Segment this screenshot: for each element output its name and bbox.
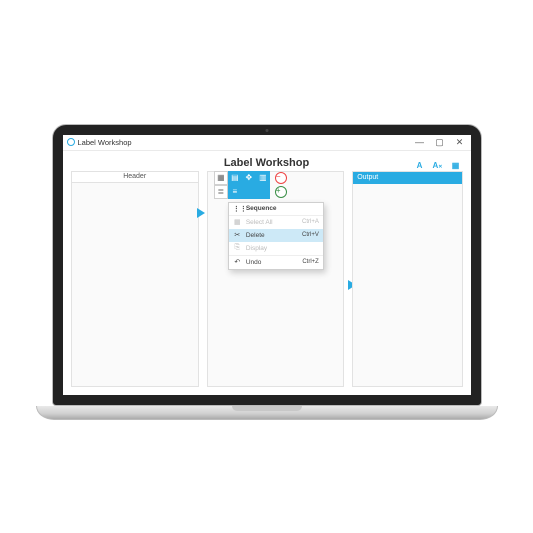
- menu-item-display[interactable]: ⎘ Display: [229, 242, 323, 255]
- left-panel: Header: [71, 171, 199, 387]
- laptop-base: [36, 406, 498, 420]
- tool-list-button[interactable]: ≣: [214, 185, 228, 199]
- tool-grid-button[interactable]: ▦: [214, 171, 228, 185]
- menu-item-label: Undo: [246, 259, 299, 266]
- clear-format-button[interactable]: A✕: [431, 160, 445, 171]
- plus-circle-icon: +: [275, 186, 287, 198]
- font-button[interactable]: A: [413, 160, 427, 171]
- maximize-button[interactable]: ▢: [433, 137, 447, 148]
- minus-circle-icon: −: [275, 172, 287, 184]
- minimize-button[interactable]: —: [413, 137, 427, 148]
- list-icon: ≣: [217, 187, 224, 196]
- titlebar-left: Label Workshop: [67, 138, 132, 147]
- menu-item-shortcut: Ctrl+A: [302, 219, 319, 225]
- sequence-icon: ⋮⋮: [233, 205, 242, 213]
- camera-dot: [265, 129, 268, 132]
- tool-barcode-button[interactable]: ▤: [228, 171, 242, 185]
- arrow-right-icon: [197, 208, 205, 218]
- context-menu-header: ⋮⋮ Sequence: [229, 203, 323, 216]
- tool-layers-button[interactable]: ▥: [256, 171, 270, 185]
- grid-icon: ▦: [217, 173, 225, 182]
- move-icon: ✥: [245, 173, 252, 182]
- delete-icon: ✂: [233, 231, 242, 239]
- x-icon: ✕: [438, 164, 442, 170]
- menu-item-shortcut: Ctrl+V: [302, 232, 319, 238]
- workspace: Header ▦ ▤ ✥ ▥ − ≣ ≡: [63, 171, 471, 395]
- right-toolbar: A A✕ ▦: [413, 160, 463, 171]
- menu-item-label: Display: [246, 245, 315, 252]
- layout-button[interactable]: ▦: [449, 160, 463, 171]
- menu-item-label: Delete: [246, 232, 298, 239]
- display-icon: ⎘: [233, 244, 242, 252]
- layout-icon: ▦: [452, 161, 460, 170]
- tool-move-button[interactable]: ✥: [242, 171, 256, 185]
- tool-remove-button[interactable]: −: [274, 171, 288, 185]
- page-title: Label Workshop: [63, 151, 471, 173]
- select-all-icon: ▦: [233, 218, 242, 226]
- menu-item-undo[interactable]: ↶ Undo Ctrl+Z: [229, 256, 323, 269]
- laptop-notch: [232, 406, 302, 411]
- center-panel: ▦ ▤ ✥ ▥ − ≣ ≡ +: [207, 171, 344, 387]
- titlebar: Label Workshop — ▢ ✕: [63, 135, 471, 151]
- undo-icon: ↶: [233, 258, 242, 266]
- window-controls: — ▢ ✕: [413, 137, 467, 148]
- app-icon: [67, 138, 75, 146]
- text-icon: ≡: [233, 187, 238, 196]
- layers-icon: ▥: [259, 173, 267, 182]
- context-menu: ⋮⋮ Sequence ▦ Select All Ctrl+A ✂ Delete…: [228, 202, 324, 270]
- menu-item-shortcut: Ctrl+Z: [302, 259, 319, 265]
- menu-item-label: Select All: [246, 219, 298, 226]
- menu-item-select-all[interactable]: ▦ Select All Ctrl+A: [229, 216, 323, 229]
- close-button[interactable]: ✕: [453, 137, 467, 148]
- right-panel-header: Output: [353, 172, 461, 184]
- barcode-icon: ▤: [231, 173, 239, 182]
- center-toolbar: ▦ ▤ ✥ ▥ − ≣ ≡ +: [214, 171, 288, 199]
- tool-add-button[interactable]: +: [274, 185, 288, 199]
- tool-wide-button[interactable]: [242, 185, 270, 199]
- right-panel: A A✕ ▦ Output: [352, 171, 462, 387]
- screen-bezel: Label Workshop — ▢ ✕ Label Workshop Head…: [52, 124, 482, 406]
- font-icon: A: [417, 161, 423, 170]
- window-title: Label Workshop: [78, 138, 132, 147]
- left-panel-header: Header: [71, 171, 199, 183]
- tool-text-button[interactable]: ≡: [228, 185, 242, 199]
- app-window: Label Workshop — ▢ ✕ Label Workshop Head…: [63, 135, 471, 395]
- menu-item-delete[interactable]: ✂ Delete Ctrl+V: [229, 229, 323, 242]
- laptop-mockup: Label Workshop — ▢ ✕ Label Workshop Head…: [52, 124, 482, 420]
